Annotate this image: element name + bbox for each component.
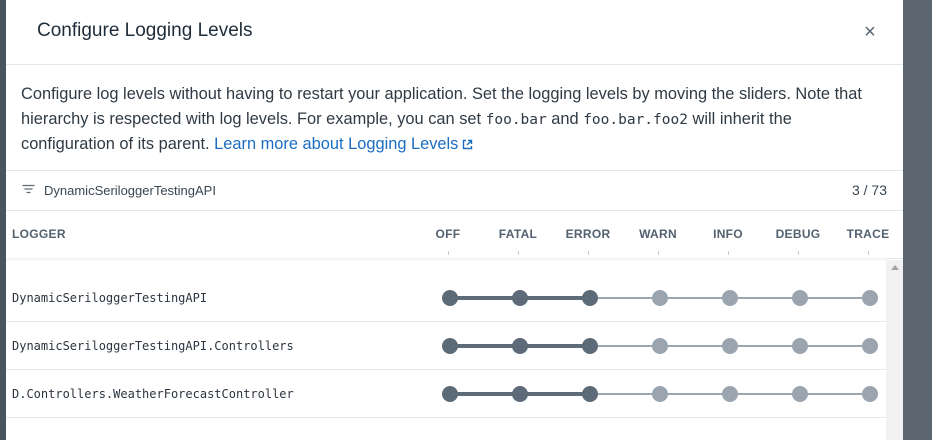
close-icon[interactable]: × xyxy=(858,20,882,44)
slider-stop-info[interactable] xyxy=(722,290,738,306)
slider-stop-error[interactable] xyxy=(582,386,598,402)
filter-bar[interactable]: DynamicSeriloggerTestingAPI 3 / 73 xyxy=(6,170,903,211)
code-foo-bar-foo2: foo.bar.foo2 xyxy=(583,111,688,128)
slider-stop-info[interactable] xyxy=(722,386,738,402)
external-link-icon xyxy=(463,139,473,150)
slider-stop-info[interactable] xyxy=(722,338,738,354)
slider-stop-trace[interactable] xyxy=(862,338,878,354)
tick-warn xyxy=(658,251,659,255)
header-shadow xyxy=(6,258,886,262)
filter-icon xyxy=(22,184,35,194)
slider-stop-debug[interactable] xyxy=(792,338,808,354)
slider-stop-fatal[interactable] xyxy=(512,290,528,306)
level-header-trace: TRACE xyxy=(846,227,890,241)
level-header-debug: DEBUG xyxy=(775,227,821,241)
slider-stop-off[interactable] xyxy=(442,338,458,354)
learn-more-link[interactable]: Learn more about Logging Levels xyxy=(214,135,473,153)
slider-stop-off[interactable] xyxy=(442,290,458,306)
code-foo-bar: foo.bar xyxy=(485,111,547,128)
logger-column-header: LOGGER xyxy=(12,227,66,241)
slider-stop-fatal[interactable] xyxy=(512,386,528,402)
slider-stop-trace[interactable] xyxy=(862,386,878,402)
slider-stop-warn[interactable] xyxy=(652,290,668,306)
level-header-off: OFF xyxy=(435,227,461,241)
dialog-header: Configure Logging Levels × xyxy=(6,0,903,65)
description-text-2: and xyxy=(546,109,584,128)
tick-off xyxy=(448,251,449,255)
logger-count: 3 / 73 xyxy=(851,182,887,198)
logging-levels-dialog: Configure Logging Levels × Configure log… xyxy=(6,0,903,440)
slider-stop-debug[interactable] xyxy=(792,386,808,402)
slider-stop-error[interactable] xyxy=(582,338,598,354)
slider-stop-debug[interactable] xyxy=(792,290,808,306)
table-scrollbar[interactable] xyxy=(886,260,903,440)
dialog-title: Configure Logging Levels xyxy=(37,20,253,41)
level-header-warn: WARN xyxy=(639,227,677,241)
level-slider[interactable] xyxy=(6,370,886,417)
level-header-error: ERROR xyxy=(565,227,611,241)
logger-row: DynamicSeriloggerTestingAPI xyxy=(6,274,886,322)
level-header-fatal: FATAL xyxy=(498,227,538,241)
logger-row: D.Controllers.WeatherForecastController xyxy=(6,370,886,418)
slider-stop-warn[interactable] xyxy=(652,338,668,354)
table-header: LOGGER OFF FATAL ERROR WARN INFO DEBUG T… xyxy=(6,210,903,259)
background-overlay xyxy=(903,0,932,440)
tick-debug xyxy=(798,251,799,255)
slider-stop-error[interactable] xyxy=(582,290,598,306)
tick-trace xyxy=(868,251,869,255)
tick-info xyxy=(728,251,729,255)
logger-row: DynamicSeriloggerTestingAPI.Controllers xyxy=(6,322,886,370)
slider-stop-fatal[interactable] xyxy=(512,338,528,354)
level-slider[interactable] xyxy=(6,322,886,369)
slider-stop-trace[interactable] xyxy=(862,290,878,306)
learn-more-label: Learn more about Logging Levels xyxy=(214,135,459,153)
dialog-description: Configure log levels without having to r… xyxy=(21,82,881,157)
filter-value[interactable]: DynamicSeriloggerTestingAPI xyxy=(44,183,216,198)
slider-stop-off[interactable] xyxy=(442,386,458,402)
slider-stop-warn[interactable] xyxy=(652,386,668,402)
level-slider[interactable] xyxy=(6,274,886,321)
level-header-info: INFO xyxy=(713,227,743,241)
tick-error xyxy=(588,251,589,255)
scroll-up-icon[interactable] xyxy=(891,265,899,270)
tick-fatal xyxy=(518,251,519,255)
